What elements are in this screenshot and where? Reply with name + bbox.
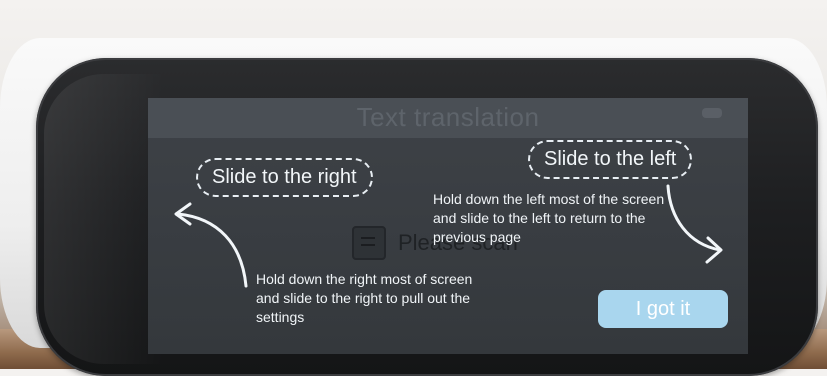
menu-icon: [702, 108, 722, 118]
curved-arrow-right-icon: [666, 184, 723, 264]
device-screen: Text translation Please scan Slide to th…: [148, 98, 748, 354]
got-it-button[interactable]: I got it: [598, 290, 728, 328]
slide-right-hint: Hold down the right most of screen and s…: [256, 271, 473, 325]
page-title: Text translation: [356, 102, 540, 132]
document-icon: [352, 226, 386, 260]
bezel-glare: [44, 74, 164, 364]
app-header: Text translation: [148, 98, 748, 138]
device-body: Text translation Please scan Slide to th…: [0, 38, 827, 376]
curved-arrow-left-icon: [174, 202, 248, 288]
slide-right-label: Slide to the right: [196, 158, 373, 197]
slide-left-hint: Hold down the left most of the screen an…: [433, 191, 665, 245]
slide-left-label: Slide to the left: [528, 140, 693, 179]
